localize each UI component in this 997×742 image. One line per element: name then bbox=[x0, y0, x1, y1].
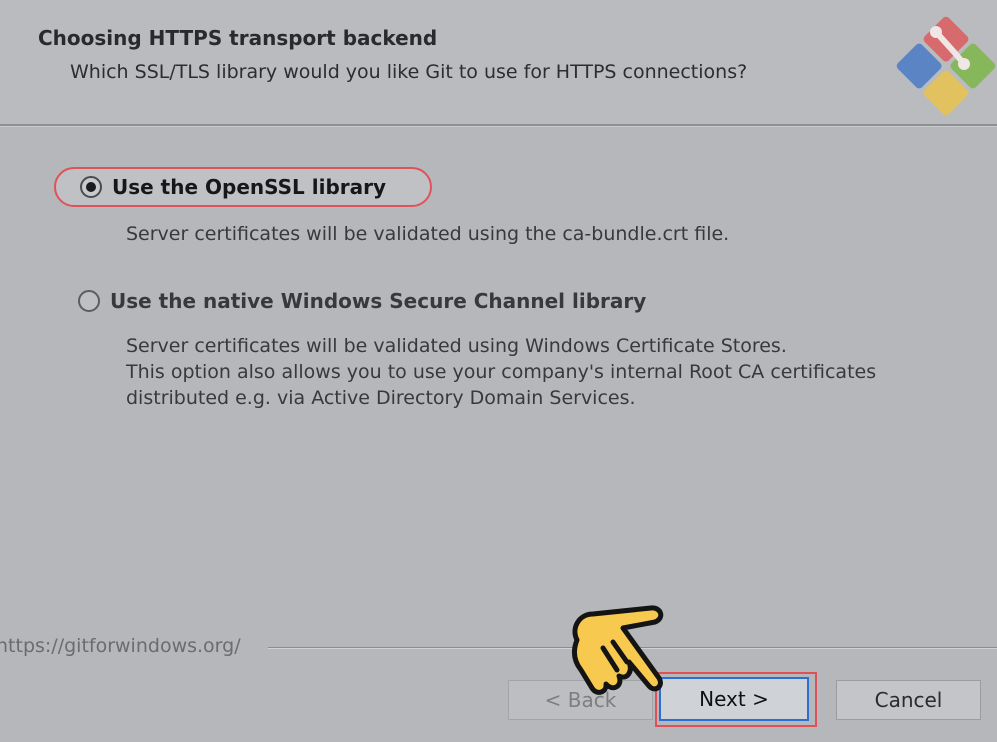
radio-option-schannel[interactable]: Use the native Windows Secure Channel li… bbox=[78, 283, 646, 319]
git-logo-icon bbox=[896, 16, 996, 116]
description-line: distributed e.g. via Active Directory Do… bbox=[126, 387, 636, 409]
radio-button-checked[interactable] bbox=[80, 176, 102, 198]
setup-dialog: Choosing HTTPS transport backend Which S… bbox=[0, 0, 997, 742]
radio-button-unchecked[interactable] bbox=[78, 290, 100, 312]
page-subtitle: Which SSL/TLS library would you like Git… bbox=[70, 61, 748, 83]
cancel-button[interactable]: Cancel bbox=[836, 680, 981, 720]
description-line: This option also allows you to use your … bbox=[126, 361, 877, 383]
option-label-openssl: Use the OpenSSL library bbox=[112, 175, 387, 199]
radio-option-openssl[interactable]: Use the OpenSSL library bbox=[54, 167, 432, 207]
option-description-openssl: Server certificates will be validated us… bbox=[126, 221, 729, 247]
header-divider bbox=[0, 124, 997, 127]
option-description-schannel: Server certificates will be validated us… bbox=[126, 333, 876, 411]
description-line: Server certificates will be validated us… bbox=[126, 335, 787, 357]
description-line: Server certificates will be validated us… bbox=[126, 223, 730, 245]
option-label-schannel: Use the native Windows Secure Channel li… bbox=[110, 289, 647, 313]
dialog-header: Choosing HTTPS transport backend Which S… bbox=[0, 0, 997, 124]
pointing-hand-icon bbox=[571, 605, 664, 695]
page-title: Choosing HTTPS transport backend bbox=[38, 26, 438, 50]
gitforwindows-link[interactable]: https://gitforwindows.org/ bbox=[0, 635, 241, 657]
